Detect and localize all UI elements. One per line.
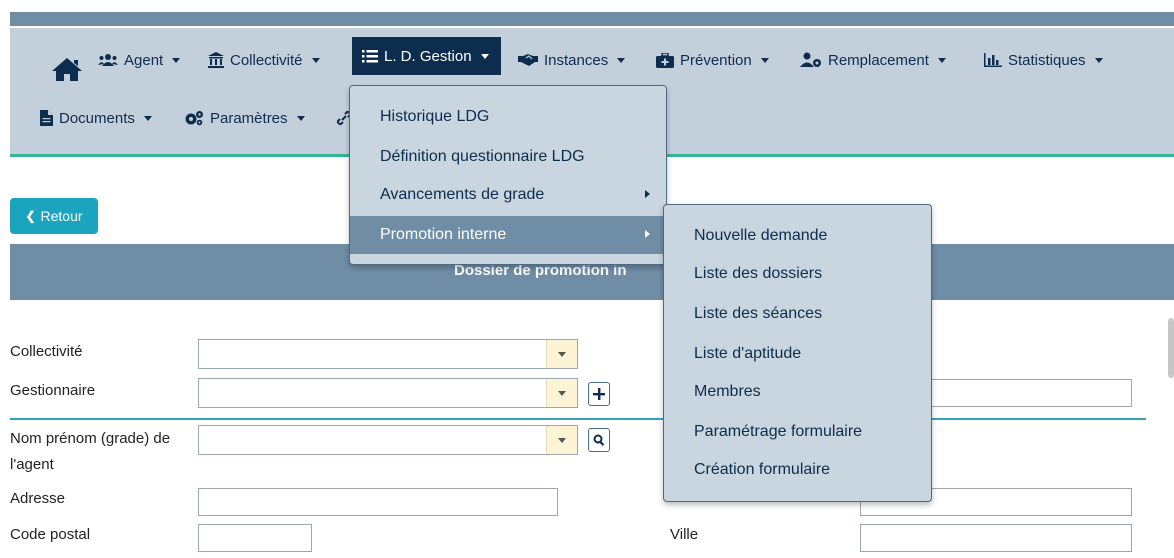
retour-button[interactable]: ❮ Retour [10,198,98,234]
nom-prenom-select[interactable] [198,425,578,455]
gestionnaire-label: Gestionnaire [10,382,96,399]
nav-instances-label: Instances [544,51,609,69]
adresse-input[interactable] [198,488,558,516]
submenu-item-label: Paramétrage formulaire [694,423,863,440]
cogs-icon [185,111,203,126]
plus-icon [593,388,605,400]
home-link[interactable] [50,50,84,88]
collectivite-select[interactable] [198,339,578,369]
search-icon [593,434,605,446]
submenu-item-liste-dossiers[interactable]: Liste des dossiers [664,255,931,293]
nav-instances[interactable]: Instances [518,41,626,79]
nav-documents-label: Documents [59,109,135,127]
nav-documents[interactable]: Documents [40,99,152,137]
retour-label: Retour [40,208,83,224]
chevron-down-icon [172,57,181,63]
chevron-down-icon [143,115,152,121]
submenu-item-label: Nouvelle demande [694,227,828,244]
chevron-left-icon: ❮ [25,209,36,223]
chevron-down-icon [546,426,577,454]
menu-item-historique-ldg[interactable]: Historique LDG [350,98,666,136]
menu-item-promotion-interne[interactable]: Promotion interne [350,216,666,254]
chevron-down-icon [311,57,320,63]
submenu-item-label: Liste des séances [694,305,823,322]
menu-item-definition-questionnaire[interactable]: Définition questionnaire LDG [350,138,666,176]
nav-remplacement-label: Remplacement [828,51,929,69]
nav-agent[interactable]: Agent [98,41,181,79]
nav-parametres-label: Paramètres [210,109,288,127]
submenu-item-liste-aptitude[interactable]: Liste d'aptitude [664,335,931,373]
home-icon [52,58,82,81]
chevron-down-icon [1094,57,1103,63]
chevron-down-icon [617,57,626,63]
chevron-down-icon [546,379,577,407]
nav-ld-gestion[interactable]: L. D. Gestion [352,37,501,75]
nav-agent-label: Agent [124,51,164,69]
add-gestionnaire-button[interactable] [588,382,610,406]
chevron-right-icon [645,230,650,238]
search-agent-button[interactable] [588,428,610,452]
top-bar [10,12,1174,26]
submenu-item-label: Membres [694,383,761,400]
medkit-icon [656,52,674,68]
collectivite-label: Collectivité [10,343,83,360]
nom-prenom-label-2: l'agent [10,456,54,473]
menu-item-label: Promotion interne [380,226,507,243]
user-cog-icon [800,52,821,67]
chevron-right-icon [645,190,650,198]
adresse-label: Adresse [10,490,66,507]
nav-statistiques[interactable]: Statistiques [984,41,1103,79]
nom-prenom-label: Nom prénom (grade) de [10,430,171,447]
submenu-item-membres[interactable]: Membres [664,373,931,411]
chevron-down-icon [760,57,769,63]
menu-item-label: Avancements de grade [380,186,545,203]
nav-prevention[interactable]: Prévention [656,41,769,79]
submenu-item-liste-seances[interactable]: Liste des séances [664,295,931,333]
nav-collectivite[interactable]: Collectivité [208,41,320,79]
bar-chart-icon [984,53,1002,67]
code-postal-label: Code postal [10,526,91,543]
code-postal-input[interactable] [198,524,312,552]
institution-icon [208,52,224,68]
file-icon [40,110,53,126]
submenu-item-creation-formulaire[interactable]: Création formulaire [664,451,931,489]
chevron-down-icon [546,340,577,368]
submenu-item-label: Création formulaire [694,461,831,478]
chevron-down-icon [480,53,489,59]
chevron-down-icon [937,57,946,63]
submenu-item-parametrage-formulaire[interactable]: Paramétrage formulaire [664,413,931,451]
scrollbar-thumb[interactable] [1168,318,1174,378]
section-divider [10,418,1146,420]
menu-item-avancements-grade[interactable]: Avancements de grade [350,176,666,214]
nav-prevention-label: Prévention [680,51,752,69]
list-icon [362,50,378,63]
gestionnaire-select[interactable] [198,378,578,408]
nav-parametres[interactable]: Paramètres [184,99,305,137]
ldg-dropdown-menu: Historique LDG Définition questionnaire … [349,85,667,265]
nav-statistiques-label: Statistiques [1008,51,1086,69]
menu-item-label: Définition questionnaire LDG [380,148,585,165]
submenu-item-label: Liste d'aptitude [694,345,802,362]
handshake-icon [518,54,538,66]
submenu-item-nouvelle-demande[interactable]: Nouvelle demande [664,217,931,255]
chevron-down-icon [296,115,305,121]
nav-ld-gestion-label: L. D. Gestion [384,47,472,65]
nav-remplacement[interactable]: Remplacement [800,41,946,79]
ville-input[interactable] [860,524,1132,552]
ville-label: Ville [670,526,699,543]
menu-item-label: Historique LDG [380,108,490,125]
nav-collectivite-label: Collectivité [230,51,303,69]
promotion-submenu: Nouvelle demande Liste des dossiers List… [663,204,932,502]
users-icon [98,54,118,66]
submenu-item-label: Liste des dossiers [694,265,823,282]
